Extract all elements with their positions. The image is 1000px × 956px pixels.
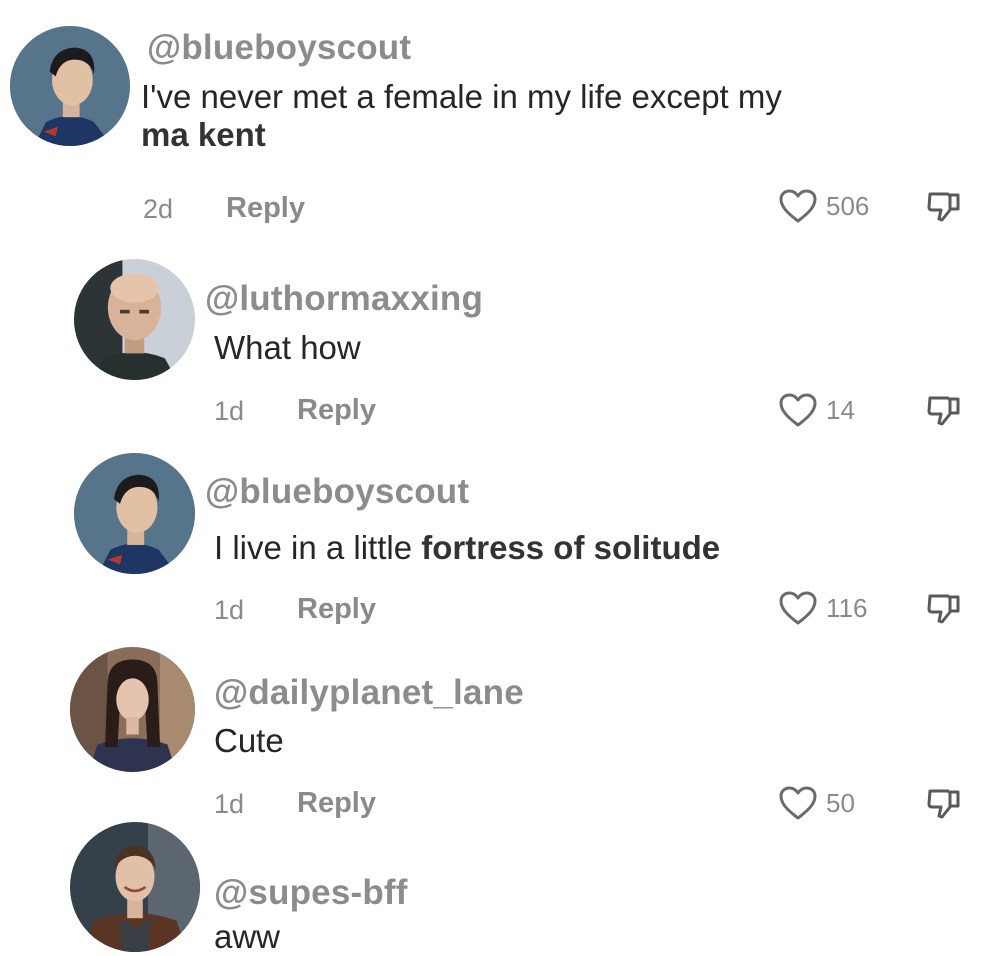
avatar-lois[interactable] (70, 647, 195, 772)
dislike-button[interactable] (926, 785, 962, 821)
thumbs-down-icon (927, 789, 960, 819)
avatar-image (10, 26, 130, 146)
comment-age: 2d (143, 194, 174, 224)
avatar-superman[interactable] (10, 26, 130, 146)
heart-outline-icon (779, 786, 817, 820)
reply-button[interactable]: Reply (297, 394, 376, 427)
comment-text-line1: I've never met a female in my life excep… (141, 78, 782, 115)
like-button[interactable]: 14 (778, 392, 855, 428)
comment-age: 1d (214, 789, 245, 819)
comment-username[interactable]: @blueboyscout (205, 472, 469, 512)
avatar-image (70, 647, 195, 772)
avatar-image (70, 822, 200, 952)
avatar-jimmy[interactable] (70, 822, 200, 952)
comment-username[interactable]: @dailyplanet_lane (214, 673, 524, 713)
comment-text: I've never met a female in my life excep… (141, 78, 782, 154)
comment-text: I live in a little fortress of solitude (214, 529, 720, 567)
comment-username[interactable]: @blueboyscout (147, 28, 411, 68)
comment-text-line2: ma kent (141, 116, 266, 153)
comment-text: aww (214, 918, 281, 955)
thumbs-down-icon (927, 594, 960, 624)
comment-text: Cute (214, 722, 284, 759)
like-count: 116 (826, 592, 868, 623)
comment-text-part1: I live in a little (214, 529, 422, 566)
like-button[interactable]: 506 (778, 188, 869, 224)
like-count: 506 (826, 190, 870, 221)
like-button[interactable]: 50 (778, 785, 855, 821)
comment-age: 1d (214, 595, 245, 625)
reply-button[interactable]: Reply (297, 593, 376, 626)
avatar-superman[interactable] (74, 453, 195, 574)
heart-outline-icon (779, 189, 817, 223)
comment-username[interactable]: @supes-bff (214, 873, 408, 913)
like-button[interactable]: 116 (778, 590, 867, 626)
comment-username[interactable]: @luthormaxxing (205, 279, 483, 319)
comment-text: What how (214, 329, 361, 366)
thumbs-down-icon (927, 192, 960, 222)
comment-text-part2: fortress of solitude (421, 529, 721, 566)
avatar-image (74, 259, 195, 380)
avatar-image (74, 453, 195, 574)
heart-outline-icon (779, 591, 817, 625)
reply-button[interactable]: Reply (297, 787, 376, 820)
like-count: 50 (826, 787, 855, 818)
dislike-button[interactable] (926, 188, 962, 224)
like-count: 14 (826, 394, 855, 425)
avatar-luthor[interactable] (74, 259, 195, 380)
thumbs-down-icon (927, 396, 960, 426)
comment-age: 1d (214, 396, 245, 426)
dislike-button[interactable] (926, 590, 962, 626)
heart-outline-icon (779, 393, 817, 427)
reply-button[interactable]: Reply (226, 192, 305, 225)
dislike-button[interactable] (926, 392, 962, 428)
